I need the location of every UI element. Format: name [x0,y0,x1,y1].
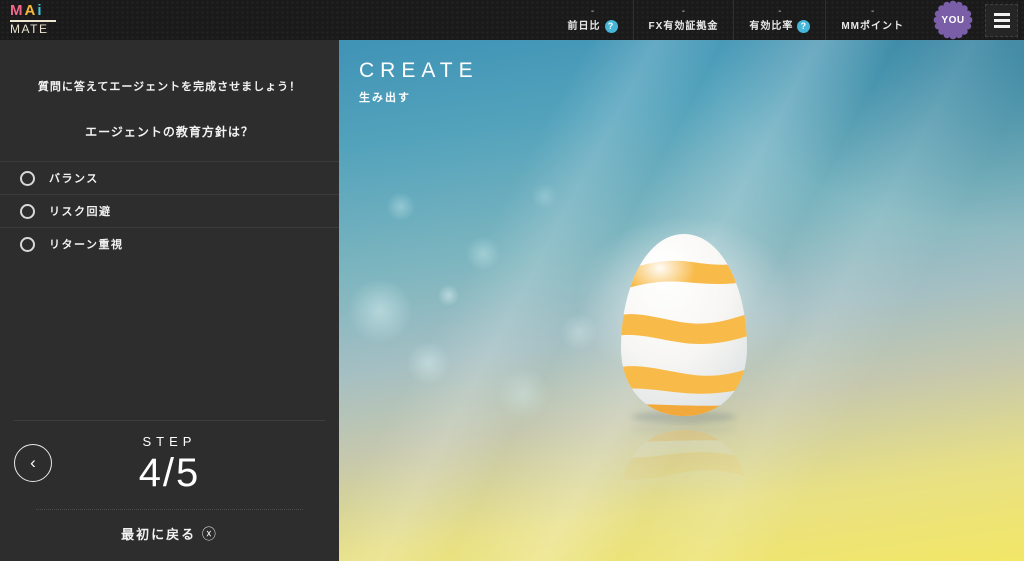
option-balance[interactable]: バランス [0,161,339,194]
restart-link[interactable]: 最初に戻る ⓧ [0,510,339,561]
stat-fx-margin: - FX有効証拠金 [633,0,734,40]
stat-mm-points: - MMポイント [825,0,919,40]
stat-day-change: - 前日比 ? [553,0,633,40]
stat-effective-ratio: - 有効比率 ? [733,0,825,40]
question-text: エージェントの教育方針は？ [0,123,339,140]
stat-label: 有効比率 ? [749,20,810,33]
profile-you-badge[interactable]: YOU [933,0,973,40]
hamburger-menu-icon[interactable] [985,4,1018,37]
chevron-left-icon: ‹ [30,453,36,472]
stat-value: - [591,7,594,17]
help-icon[interactable]: ? [605,20,618,33]
agent-egg-image [610,228,758,426]
option-return-focused[interactable]: リターン重視 [0,227,339,260]
option-risk-avoidance[interactable]: リスク回避 [0,194,339,227]
app-root: MAi MATE - 前日比 ? - FX有効証拠金 - 有効比率 [0,0,1024,561]
step-footer: ‹ STEP 4/5 最初に戻る ⓧ [0,420,339,561]
step-label: STEP [0,434,339,449]
circled-x-icon: ⓧ [202,526,218,542]
create-stage: CREATE 生み出す [339,40,1024,561]
question-sidebar: 質問に答えてエージェントを完成させましょう！ エージェントの教育方針は？ バラン… [0,40,339,561]
answer-options: バランス リスク回避 リターン重視 [0,161,339,260]
radio-icon[interactable] [20,237,35,252]
stat-label: FX有効証拠金 [649,20,719,33]
restart-label: 最初に戻る [121,527,196,542]
option-label: リターン重視 [49,236,123,252]
logo-line1: MAi [10,3,56,22]
egg-illustration [610,228,758,426]
top-header: MAi MATE - 前日比 ? - FX有効証拠金 - 有効比率 [0,0,1024,40]
option-label: バランス [49,170,99,186]
option-label: リスク回避 [49,203,112,219]
stat-value: - [778,7,781,17]
mai-mate-logo[interactable]: MAi MATE [10,3,56,37]
back-button[interactable]: ‹ [14,444,52,482]
account-stats: - 前日比 ? - FX有効証拠金 - 有効比率 ? - [553,0,919,40]
stage-heading: CREATE 生み出す [359,59,479,105]
stage-subtitle: 生み出す [359,89,479,105]
stage-title: CREATE [359,59,479,83]
stat-value: - [871,7,874,17]
stat-label: MMポイント [841,20,904,33]
radio-icon[interactable] [20,171,35,186]
logo-line2: MATE [10,22,56,37]
stat-value: - [682,7,685,17]
radio-icon[interactable] [20,204,35,219]
stat-label: 前日比 ? [568,20,618,33]
help-icon[interactable]: ? [797,20,810,33]
you-badge-label: YOU [933,0,973,40]
sidebar-intro-text: 質問に答えてエージェントを完成させましょう！ [0,78,339,94]
step-indicator: ‹ STEP 4/5 [0,421,339,505]
